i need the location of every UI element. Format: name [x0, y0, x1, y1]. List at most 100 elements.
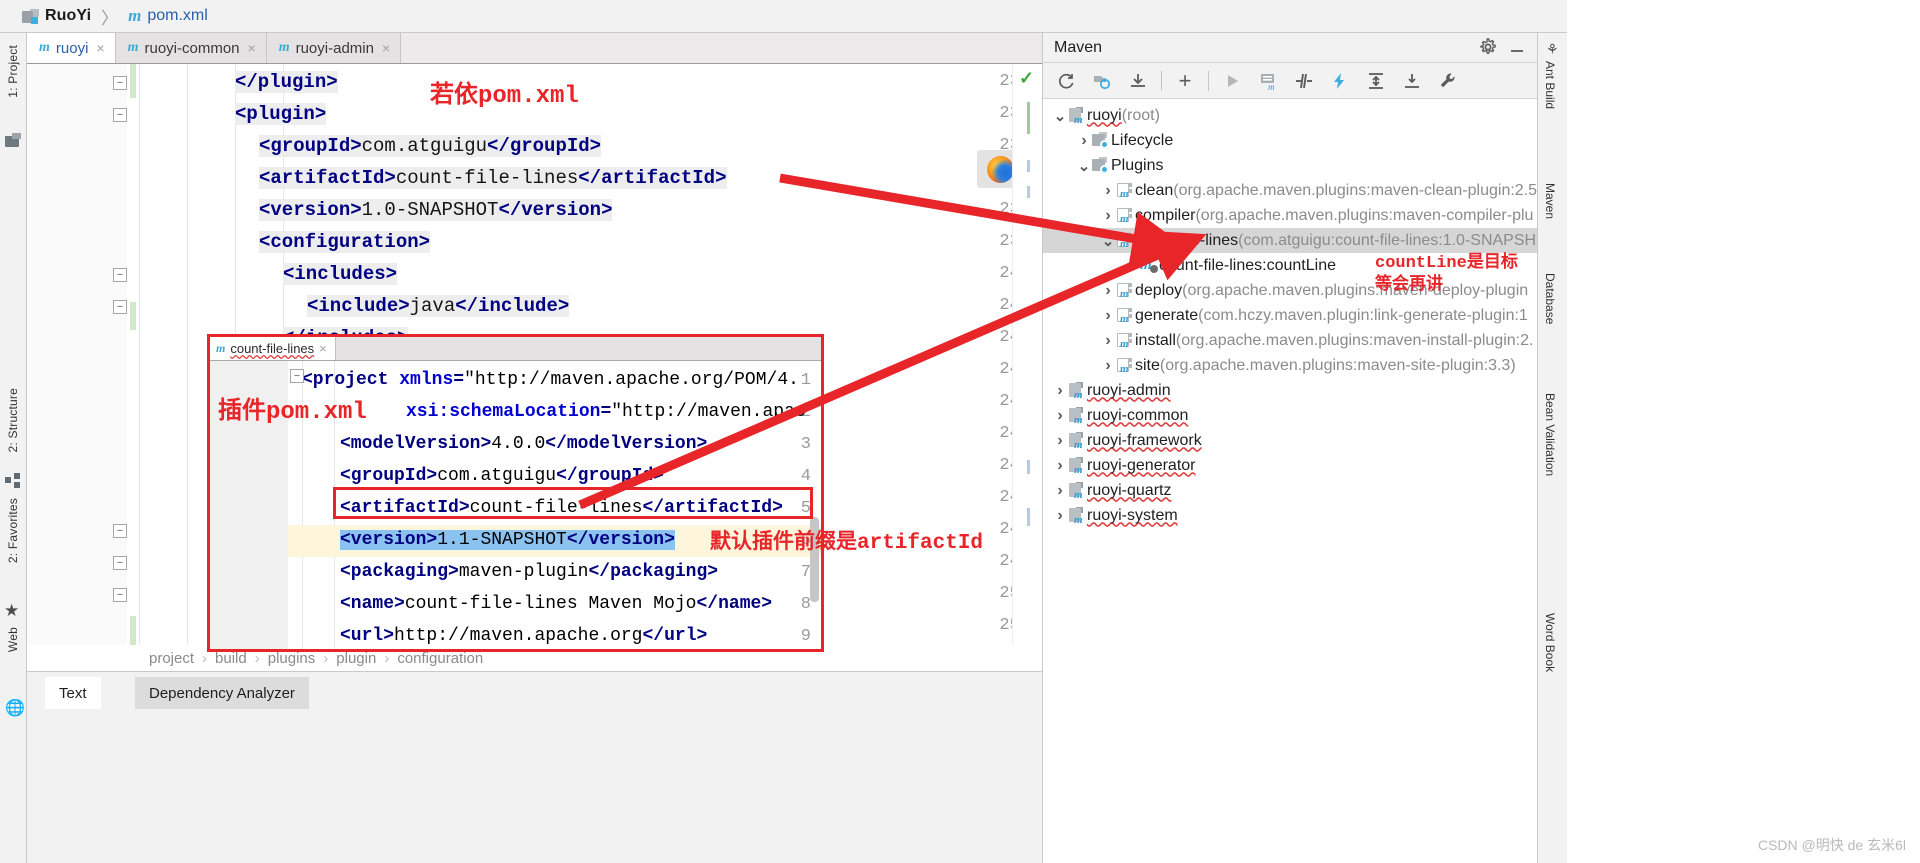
chevron-right-icon[interactable]: › — [1101, 182, 1115, 200]
generate-sources-icon[interactable] — [1089, 68, 1115, 94]
sidebar-item-word-book[interactable]: Word Book — [1543, 613, 1557, 672]
tab-ruoyi-common[interactable]: m ruoyi-common × — [115, 33, 267, 63]
editor-breadcrumb-item[interactable]: plugins — [268, 650, 316, 667]
mod-icon: m — [1067, 481, 1087, 501]
chevron-down-icon[interactable]: ⌄ — [1053, 107, 1067, 125]
maven-tree-row[interactable]: › m site (org.apache.maven.plugins:maven-s… — [1043, 353, 1537, 378]
maven-tree-row[interactable]: › m clean (org.apache.maven.plugins:maven-… — [1043, 178, 1537, 203]
chevron-right-icon[interactable]: › — [1053, 407, 1067, 425]
line-number: 9 — [800, 627, 811, 646]
editor-breadcrumb-item[interactable]: build — [215, 650, 247, 667]
sidebar-item-maven[interactable]: Maven — [1543, 183, 1557, 219]
add-maven-project-icon[interactable]: + — [1172, 68, 1198, 94]
tab-dependency-analyzer[interactable]: Dependency Analyzer — [135, 677, 309, 709]
maven-tree-row[interactable]: › m ruoyi-admin — [1043, 378, 1537, 403]
chevron-right-icon[interactable]: › — [1101, 207, 1115, 225]
inspection-marker — [1027, 160, 1030, 172]
tab-text[interactable]: Text — [45, 677, 101, 709]
close-icon[interactable]: × — [382, 40, 390, 56]
sidebar-item-structure[interactable]: 2: Structure — [6, 388, 20, 452]
chevron-right-icon[interactable]: › — [1053, 382, 1067, 400]
maven-tree-row[interactable]: › m ruoyi-quartz — [1043, 478, 1537, 503]
expand-all-icon[interactable] — [1363, 68, 1389, 94]
editor-breadcrumb-item[interactable]: plugin — [336, 650, 376, 667]
maven-tree-row[interactable]: › m generate (com.hczy.maven.plugin:link-g… — [1043, 303, 1537, 328]
maven-projects-tree[interactable]: ⌄ m ruoyi (root) › Lifecycle ⌄ Plugins › m clean … — [1043, 99, 1537, 863]
chevron-right-icon[interactable]: › — [1101, 282, 1115, 300]
run-maven-build-icon — [1219, 68, 1245, 94]
fold-toggle-icon[interactable]: − — [113, 300, 127, 314]
fold-toggle-icon[interactable]: − — [113, 268, 127, 282]
maven-module-icon: m — [278, 40, 290, 55]
tab-ruoyi[interactable]: m ruoyi × — [27, 33, 116, 63]
sidebar-item-web[interactable]: Web — [6, 627, 20, 652]
annotation-ruoyi-pom: 若依pom.xml — [430, 83, 579, 110]
toggle-offline-mode-icon[interactable] — [1327, 68, 1353, 94]
fold-toggle-icon[interactable]: − — [113, 524, 127, 538]
maven-tree-row[interactable]: › m ruoyi-framework — [1043, 428, 1537, 453]
editor-breadcrumb-item[interactable]: project — [149, 650, 194, 667]
mod-icon: m — [1067, 506, 1087, 526]
chevron-right-icon[interactable]: › — [1101, 357, 1115, 375]
maven-tree-row[interactable]: ⌄ Plugins — [1043, 153, 1537, 178]
maven-tree-label: ruoyi-admin — [1087, 381, 1171, 399]
sidebar-item-favorites[interactable]: 2: Favorites — [6, 498, 20, 563]
maven-tree-row[interactable]: › m install (org.apache.maven.plugins:mave… — [1043, 328, 1537, 353]
collapse-all-icon[interactable] — [1399, 68, 1425, 94]
maven-toolbar: + m — [1043, 63, 1537, 99]
execute-maven-goal-icon[interactable]: m — [1255, 68, 1281, 94]
close-icon[interactable]: × — [96, 40, 104, 56]
sidebar-item-project[interactable]: 1: Project — [6, 45, 20, 98]
editor-breadcrumb-item[interactable]: configuration — [397, 650, 483, 667]
maven-tree-row[interactable]: › m deploy (org.apache.maven.plugins:maven… — [1043, 278, 1537, 303]
firefox-icon — [986, 155, 1014, 183]
breadcrumb-separator-icon: 〉 — [101, 8, 119, 28]
inspection-gutter[interactable]: ✓ — [1012, 64, 1042, 674]
code-line: <plugin> — [235, 103, 327, 125]
fold-toggle-icon[interactable]: − — [113, 108, 127, 122]
svg-text:m: m — [1268, 82, 1275, 91]
maven-tree-row[interactable]: › m ruoyi-common — [1043, 403, 1537, 428]
toggle-skip-tests-icon[interactable] — [1291, 68, 1317, 94]
chevron-right-icon[interactable]: › — [1101, 307, 1115, 325]
chevron-right-icon[interactable]: › — [1053, 432, 1067, 450]
sidebar-item-bean-validation[interactable]: Bean Validation — [1543, 393, 1557, 476]
breadcrumb-file[interactable]: pom.xml — [147, 7, 207, 25]
fold-toggle-icon[interactable]: − — [290, 369, 304, 383]
chevron-right-icon[interactable]: › — [1053, 507, 1067, 525]
maven-settings-icon[interactable] — [1435, 68, 1461, 94]
code-line: <artifactId>count-file-lines</artifactId… — [259, 167, 727, 189]
fold-toggle-icon[interactable]: − — [113, 556, 127, 570]
watermark: CSDN @明快 de 玄米6l — [1757, 837, 1906, 853]
chevron-right-icon[interactable]: › — [1053, 482, 1067, 500]
fold-toggle-icon[interactable]: − — [113, 76, 127, 90]
breadcrumb-separator-icon: › — [202, 649, 208, 667]
maven-tree-row[interactable]: › m ruoyi-system — [1043, 503, 1537, 528]
sidebar-item-ant-build[interactable]: Ant Build — [1543, 61, 1557, 109]
maven-tree-row[interactable]: › m compiler (org.apache.maven.plugins:mav… — [1043, 203, 1537, 228]
tab-count-file-lines[interactable]: m count-file-lines × — [210, 337, 336, 360]
download-sources-icon[interactable] — [1125, 68, 1151, 94]
chevron-down-icon[interactable]: ⌄ — [1077, 157, 1091, 175]
minimize-icon[interactable] — [1508, 38, 1526, 59]
maven-tree-label: ruoyi-common — [1087, 406, 1189, 424]
close-icon[interactable]: × — [248, 40, 256, 56]
chevron-right-icon[interactable]: › — [1077, 132, 1091, 150]
maven-tree-coordinates: (root) — [1121, 106, 1160, 124]
maven-tree-row[interactable]: ⌄ m ruoyi (root) — [1043, 103, 1537, 128]
maven-tree-row[interactable]: › Lifecycle — [1043, 128, 1537, 153]
reload-all-maven-projects-icon[interactable] — [1053, 68, 1079, 94]
line-number: 1 — [800, 371, 811, 390]
sidebar-item-database[interactable]: Database — [1543, 273, 1557, 324]
fold-toggle-icon[interactable]: − — [113, 588, 127, 602]
maven-tree-row[interactable]: › m ruoyi-generator — [1043, 453, 1537, 478]
tab-ruoyi-admin[interactable]: m ruoyi-admin × — [266, 33, 402, 63]
popup-tab-strip: m count-file-lines × — [210, 337, 821, 361]
breadcrumb-project[interactable]: RuoYi — [45, 7, 91, 25]
chevron-right-icon[interactable]: › — [1101, 332, 1115, 350]
maven-tree-label: count-file-lines:countLine — [1159, 256, 1336, 274]
chevron-down-icon[interactable]: ⌄ — [1101, 232, 1115, 250]
gear-icon[interactable] — [1479, 38, 1497, 59]
chevron-right-icon[interactable]: › — [1053, 457, 1067, 475]
close-icon[interactable]: × — [319, 341, 327, 356]
